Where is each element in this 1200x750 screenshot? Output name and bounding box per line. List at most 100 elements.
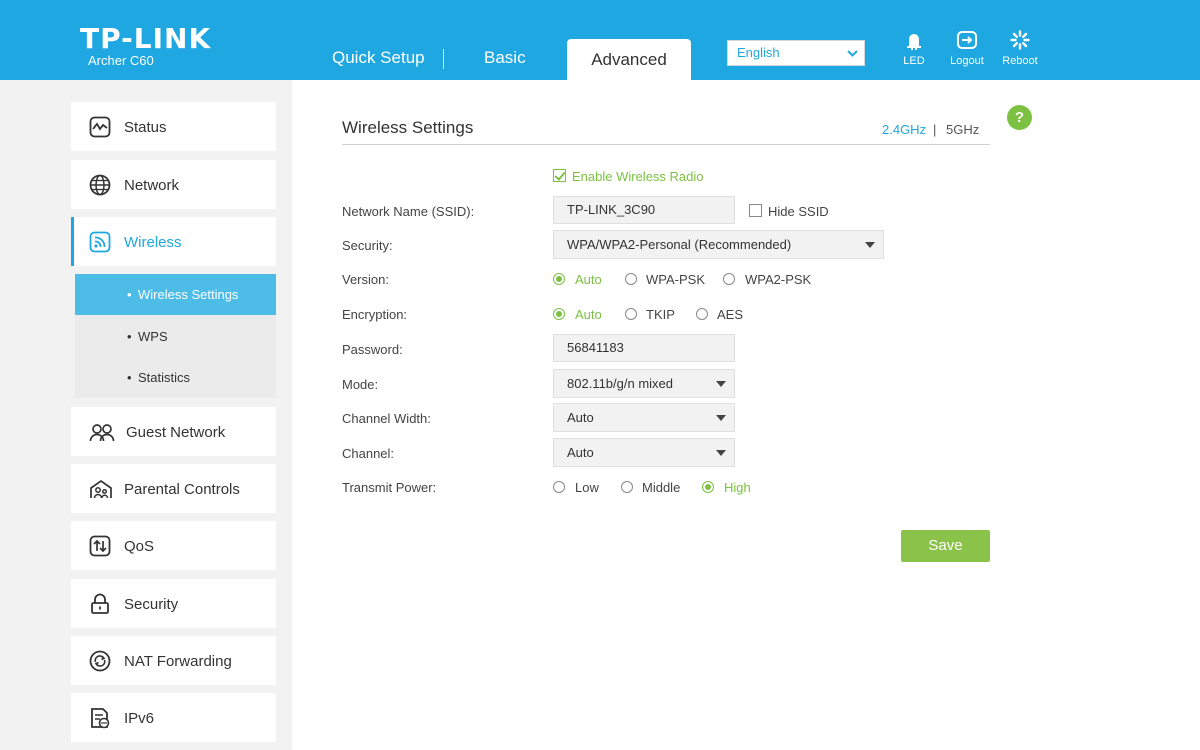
ssid-input[interactable]: TP-LINK_3C90 bbox=[553, 196, 735, 224]
dropdown-arrow-icon bbox=[865, 242, 875, 248]
mode-value: 802.11b/g/n mixed bbox=[567, 376, 673, 391]
tab-divider bbox=[443, 49, 444, 69]
header-bar: TP-LINK Archer C60 Quick Setup Basic Adv… bbox=[0, 0, 1200, 80]
band-5ghz-link[interactable]: 5GHz bbox=[946, 122, 979, 137]
band-divider: | bbox=[933, 122, 937, 137]
channel-label: Channel: bbox=[342, 446, 395, 461]
tab-basic[interactable]: Basic bbox=[484, 48, 526, 68]
led-button[interactable]: LED bbox=[889, 30, 939, 67]
transmit-power-label: Transmit Power: bbox=[342, 480, 437, 495]
dropdown-arrow-icon bbox=[716, 381, 726, 387]
sidebar-item-guest-network[interactable]: Guest Network bbox=[71, 407, 276, 456]
led-icon bbox=[907, 34, 921, 50]
model-name: Archer C60 bbox=[88, 53, 154, 68]
enable-wireless-label: Enable Wireless Radio bbox=[572, 169, 704, 184]
sidebar-item-label: NAT Forwarding bbox=[124, 653, 232, 670]
sidebar-item-label: Network bbox=[124, 177, 180, 194]
led-label: LED bbox=[903, 55, 925, 67]
title-divider bbox=[342, 144, 990, 145]
channel-width-label: Channel Width: bbox=[342, 411, 431, 426]
page-title: Wireless Settings bbox=[342, 118, 474, 137]
encryption-aes-label: AES bbox=[717, 307, 744, 322]
power-low-radio[interactable] bbox=[553, 481, 565, 493]
chevron-down-icon bbox=[847, 41, 858, 74]
sidebar-item-security[interactable]: Security bbox=[71, 579, 276, 628]
language-value: English bbox=[737, 45, 780, 60]
sidebar-subitem-wps[interactable]: • WPS bbox=[75, 316, 276, 357]
bullet-icon: • bbox=[127, 287, 132, 302]
band-2-4ghz-link[interactable]: 2.4GHz bbox=[882, 122, 926, 137]
ssid-label: Network Name (SSID): bbox=[342, 204, 475, 219]
power-middle-radio[interactable] bbox=[621, 481, 633, 493]
lock-icon bbox=[91, 593, 109, 614]
encryption-label: Encryption: bbox=[342, 307, 408, 322]
sidebar-item-label: Guest Network bbox=[126, 424, 226, 441]
channel-width-select[interactable]: Auto bbox=[553, 403, 735, 432]
channel-select[interactable]: Auto bbox=[553, 438, 735, 467]
encryption-tkip-label: TKIP bbox=[646, 307, 675, 322]
brand-logo: TP-LINK bbox=[80, 22, 212, 55]
qos-icon bbox=[89, 535, 111, 557]
sidebar-item-label: Wireless bbox=[124, 234, 182, 251]
power-low-label: Low bbox=[575, 480, 599, 495]
version-auto-label: Auto bbox=[575, 272, 602, 287]
reboot-button[interactable]: Reboot bbox=[995, 30, 1045, 67]
sidebar-item-wireless[interactable]: Wireless bbox=[71, 217, 276, 266]
forwarding-icon bbox=[89, 650, 111, 672]
security-select[interactable]: WPA/WPA2-Personal (Recommended) bbox=[553, 230, 884, 259]
subitem-label: Wireless Settings bbox=[138, 287, 239, 302]
status-icon bbox=[89, 116, 111, 138]
help-icon[interactable]: ? bbox=[1007, 105, 1032, 130]
mode-select[interactable]: 802.11b/g/n mixed bbox=[553, 369, 735, 398]
tab-advanced[interactable]: Advanced bbox=[567, 39, 691, 80]
reboot-icon bbox=[1010, 30, 1030, 50]
sidebar-item-parental-controls[interactable]: Parental Controls bbox=[71, 464, 276, 513]
encryption-auto-label: Auto bbox=[575, 307, 602, 322]
hide-ssid-checkbox[interactable] bbox=[749, 204, 762, 217]
password-input[interactable]: 56841183 bbox=[553, 334, 735, 362]
sidebar-item-label: QoS bbox=[124, 538, 155, 555]
encryption-auto-radio[interactable] bbox=[553, 308, 565, 320]
ipv6-icon bbox=[91, 708, 110, 729]
wireless-submenu: • Wireless Settings • WPS • Statistics bbox=[75, 274, 276, 398]
power-high-radio[interactable] bbox=[702, 481, 714, 493]
sidebar-item-nat-forwarding[interactable]: NAT Forwarding bbox=[71, 636, 276, 685]
mode-label: Mode: bbox=[342, 377, 379, 392]
encryption-aes-radio[interactable] bbox=[696, 308, 708, 320]
logout-button[interactable]: Logout bbox=[942, 30, 992, 67]
bullet-icon: • bbox=[127, 329, 132, 344]
subitem-label: WPS bbox=[138, 329, 168, 344]
password-label: Password: bbox=[342, 342, 403, 357]
tab-quick-setup[interactable]: Quick Setup bbox=[332, 48, 425, 68]
sidebar-item-ipv6[interactable]: IPv6 bbox=[71, 693, 276, 742]
family-icon bbox=[90, 479, 112, 499]
power-high-label: High bbox=[724, 480, 751, 495]
logout-label: Logout bbox=[950, 55, 984, 67]
security-value: WPA/WPA2-Personal (Recommended) bbox=[567, 237, 792, 252]
version-auto-radio[interactable] bbox=[553, 273, 565, 285]
subitem-label: Statistics bbox=[138, 370, 191, 385]
version-wpa-psk-radio[interactable] bbox=[625, 273, 637, 285]
sidebar-item-label: IPv6 bbox=[124, 710, 155, 727]
sidebar-item-status[interactable]: Status bbox=[71, 102, 276, 151]
save-button[interactable]: Save bbox=[901, 530, 990, 562]
encryption-tkip-radio[interactable] bbox=[625, 308, 637, 320]
dropdown-arrow-icon bbox=[716, 450, 726, 456]
reboot-label: Reboot bbox=[1002, 55, 1038, 67]
channel-value: Auto bbox=[567, 445, 594, 460]
logout-icon bbox=[957, 31, 977, 49]
sidebar-item-qos[interactable]: QoS bbox=[71, 521, 276, 570]
sidebar-subitem-statistics[interactable]: • Statistics bbox=[75, 357, 276, 398]
language-select[interactable]: English bbox=[727, 40, 865, 66]
enable-wireless-checkbox[interactable] bbox=[553, 169, 566, 182]
version-wpa2-psk-radio[interactable] bbox=[723, 273, 735, 285]
bullet-icon: • bbox=[127, 370, 132, 385]
power-middle-label: Middle bbox=[642, 480, 681, 495]
sidebar-subitem-wireless-settings[interactable]: • Wireless Settings bbox=[75, 274, 276, 315]
sidebar-item-label: Status bbox=[124, 119, 167, 136]
sidebar-item-network[interactable]: Network bbox=[71, 160, 276, 209]
wireless-icon bbox=[89, 231, 111, 253]
globe-icon bbox=[89, 174, 111, 196]
version-wpa2-psk-label: WPA2-PSK bbox=[745, 272, 812, 287]
sidebar-item-label: Security bbox=[124, 596, 179, 613]
